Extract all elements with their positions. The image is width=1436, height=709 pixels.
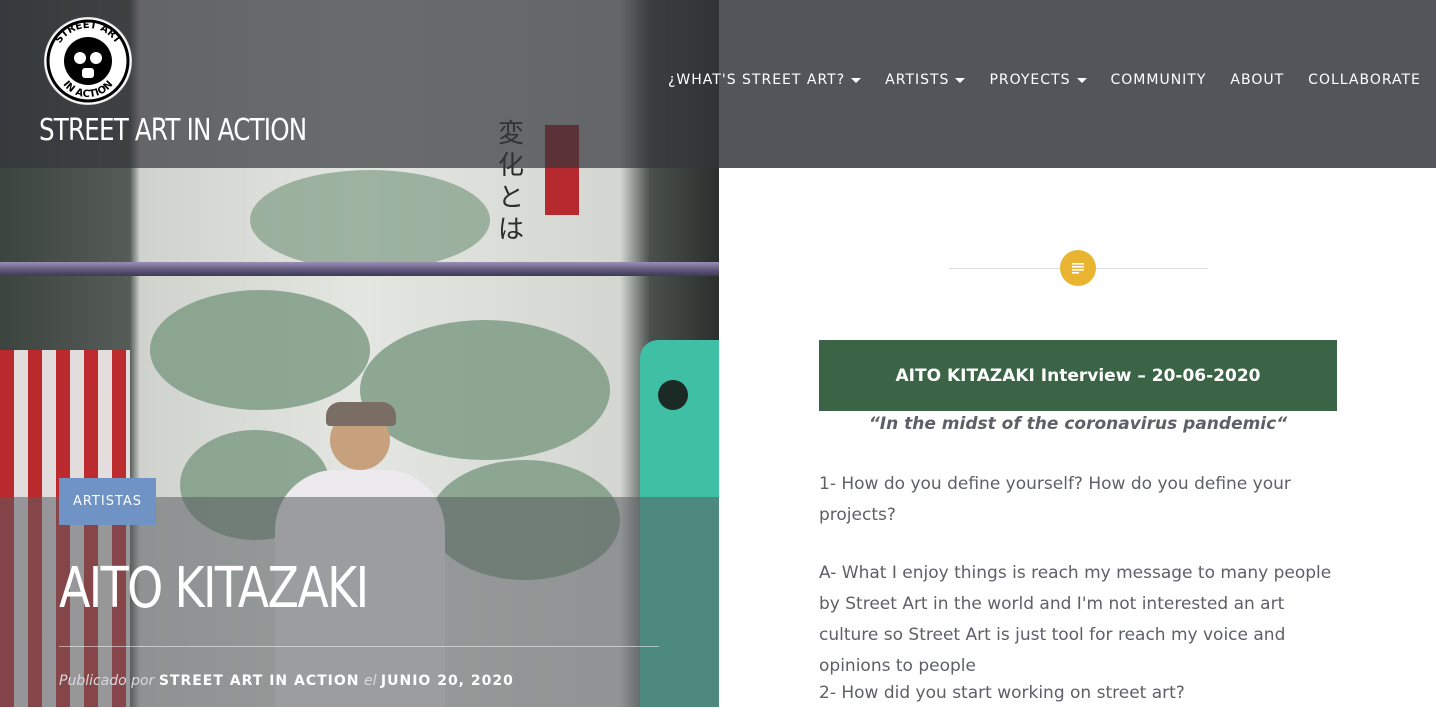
paragraph-answer-1: A- What I enjoy things is reach my messa… [819, 563, 1332, 676]
gas-mask-logo-icon: STREET ART IN ACTION [46, 19, 130, 103]
mural-wave [360, 320, 610, 460]
mural-pipe [0, 262, 719, 276]
nav-item-community[interactable]: COMMUNITY [1111, 72, 1207, 88]
main-nav: ¿WHAT'S STREET ART? ARTISTS PROYECTS COM… [668, 72, 1421, 88]
nav-item-proyects[interactable]: PROYECTS [989, 72, 1087, 88]
mural-wave [250, 170, 490, 270]
site-title[interactable]: STREET ART IN ACTION [39, 113, 307, 148]
post-title: AITO KITAZAKI [59, 556, 369, 621]
title-divider [59, 646, 659, 647]
chevron-down-icon [955, 77, 966, 83]
chevron-down-icon [851, 77, 862, 83]
meta-connector: el [363, 673, 377, 689]
nav-label: ¿WHAT'S STREET ART? [668, 72, 846, 88]
post-meta: Publicado por STREET ART IN ACTION el JU… [59, 673, 514, 689]
interview-quote: “In the midst of the coronavirus pandemi… [868, 414, 1288, 434]
paragraph-question-2: 2- How did you start working on street a… [819, 683, 1185, 703]
lines-glyph [1072, 263, 1084, 274]
nav-item-collaborate[interactable]: COLLABORATE [1308, 72, 1421, 88]
meta-author-link[interactable]: STREET ART IN ACTION [159, 673, 360, 689]
person-cap [326, 402, 396, 426]
nav-label: ARTISTS [885, 72, 950, 88]
mural-wave [150, 290, 370, 410]
nav-label: ABOUT [1230, 72, 1285, 88]
interview-heading: AITO KITAZAKI Interview – 20-06-2020 [819, 340, 1337, 411]
chevron-down-icon [1076, 77, 1087, 83]
nav-item-artists[interactable]: ARTISTS [885, 72, 966, 88]
nav-label: COLLABORATE [1308, 72, 1421, 88]
nav-item-whats-street-art[interactable]: ¿WHAT'S STREET ART? [668, 72, 862, 88]
nav-label: PROYECTS [989, 72, 1071, 88]
meta-date-link[interactable]: JUNIO 20, 2020 [381, 673, 514, 689]
meta-published-by: Publicado por [59, 673, 155, 689]
paragraph-question-1: 1- How do you define yourself? How do yo… [819, 474, 1291, 525]
category-badge[interactable]: ARTISTAS [59, 478, 156, 525]
site-logo[interactable]: STREET ART IN ACTION [44, 17, 132, 105]
document-icon [1060, 250, 1096, 286]
nav-item-about[interactable]: ABOUT [1230, 72, 1284, 88]
nav-label: COMMUNITY [1110, 72, 1207, 88]
